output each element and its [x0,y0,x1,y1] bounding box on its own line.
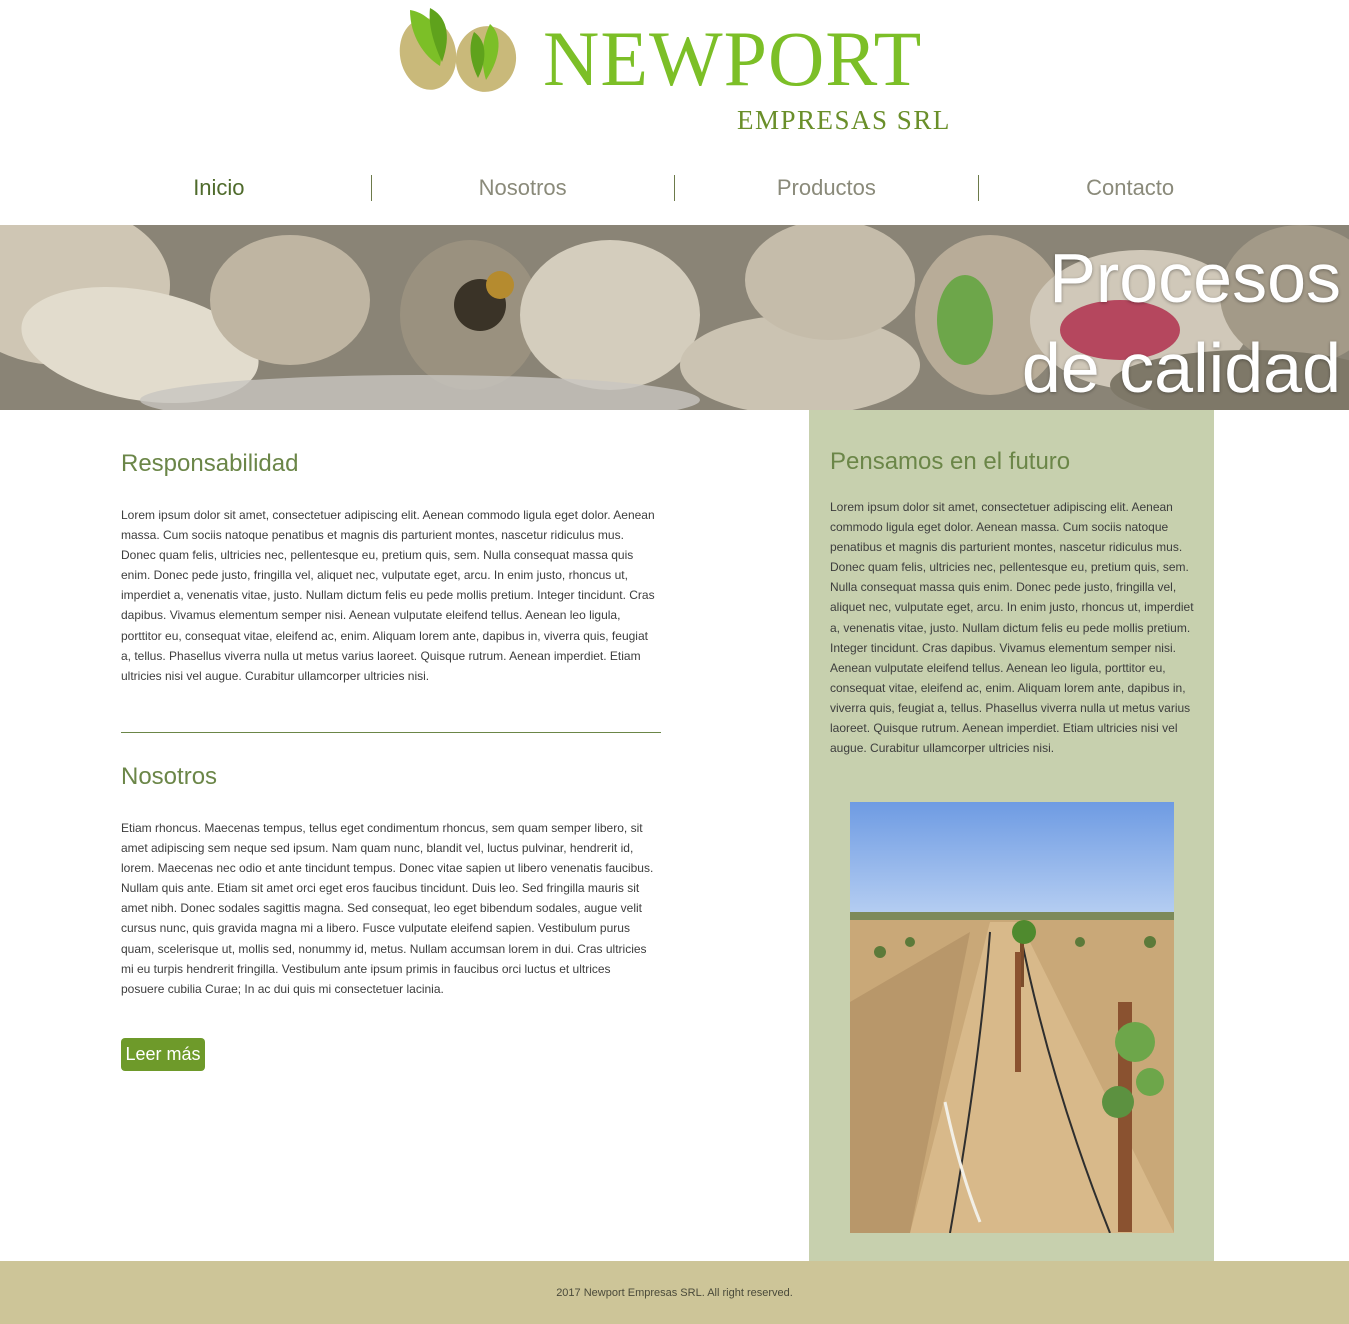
hero-line-1: Procesos [1049,239,1341,317]
section-text-nosotros: Etiam rhoncus. Maecenas tempus, tellus e… [121,821,654,996]
nav-item-nosotros[interactable]: Nosotros [371,168,675,208]
section-divider [121,732,661,733]
orchard-photo [850,802,1174,1233]
nav-item-contacto[interactable]: Contacto [978,168,1282,208]
hero-line-2: de calidad [1021,329,1341,407]
sidebar-text: Lorem ipsum dolor sit amet, consectetuer… [830,500,1194,756]
nav-divider [674,175,675,201]
brand-name[interactable]: NEWPORT [543,20,922,98]
nav-item-inicio[interactable]: Inicio [67,168,371,208]
hero-heading: Procesos de calidad [1022,233,1341,410]
leer-mas-button[interactable]: Leer más [121,1038,205,1071]
nav-item-productos[interactable]: Productos [675,168,979,208]
sidebar-title: Pensamos en el futuro [830,448,1071,475]
nav-divider [371,175,372,201]
site-footer: 2017 Newport Empresas SRL. All right res… [0,1261,1349,1324]
site-header: NEWPORT EMPRESAS SRL [0,0,1349,150]
pistachio-logo-icon[interactable] [398,4,520,94]
hero-banner: Procesos de calidad [0,225,1349,410]
section-title-responsabilidad: Responsabilidad [121,450,299,477]
section-text-responsabilidad: Lorem ipsum dolor sit amet, consectetuer… [121,508,655,683]
brand-subtitle: EMPRESAS SRL [737,105,951,135]
footer-copyright: 2017 Newport Empresas SRL. All right res… [556,1287,793,1299]
main-nav: Inicio Nosotros Productos Contacto [67,168,1282,208]
sidebar: Pensamos en el futuro Lorem ipsum dolor … [809,410,1214,1261]
section-title-nosotros: Nosotros [121,763,218,790]
nav-divider [978,175,979,201]
